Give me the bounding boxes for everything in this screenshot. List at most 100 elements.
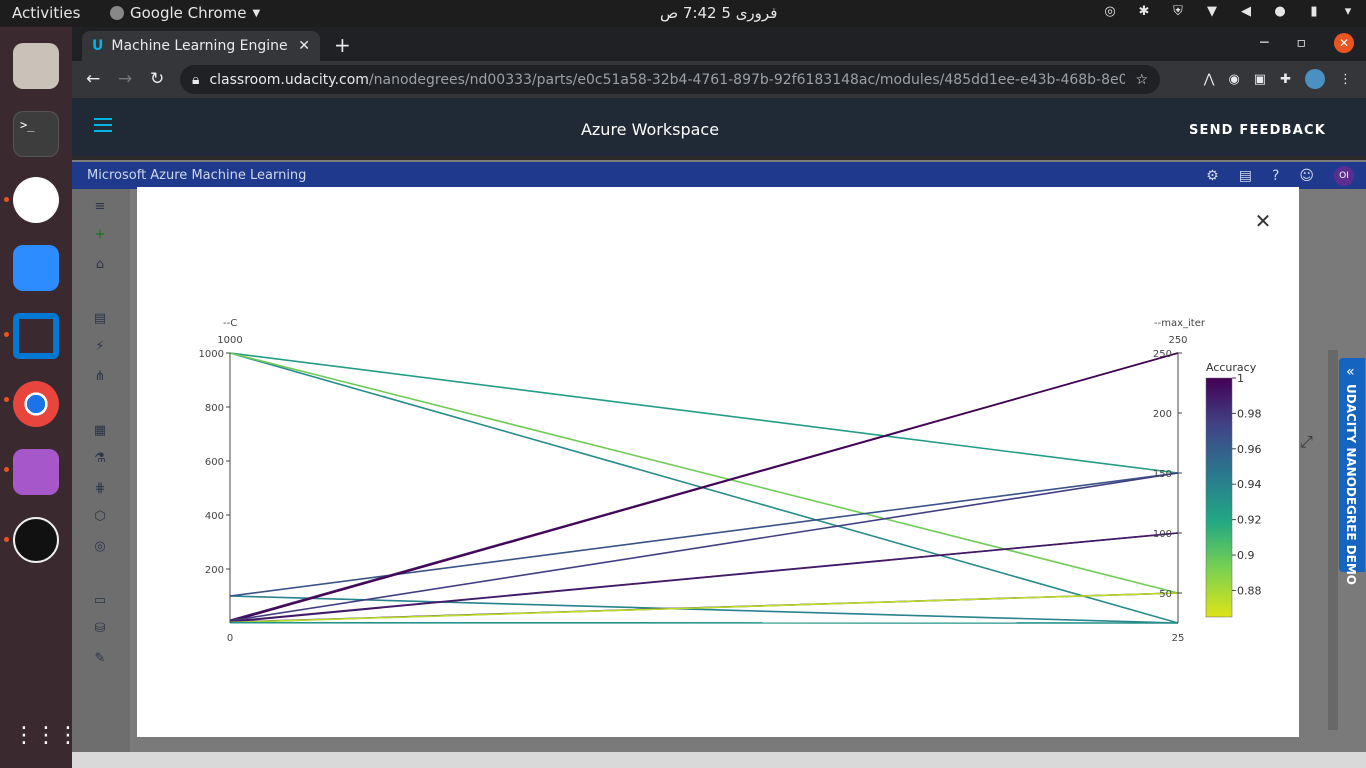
obs-tray-icon[interactable]: ◎: [1102, 4, 1118, 20]
colorbar-tick-label: 0.94: [1237, 478, 1262, 491]
shield-icon[interactable]: ⛨: [1170, 4, 1186, 20]
wifi-icon[interactable]: ▼: [1204, 4, 1220, 20]
axis-tick-label: 200: [205, 565, 224, 576]
running-indicator: [4, 467, 9, 472]
minimize-icon[interactable]: ─: [1260, 35, 1268, 51]
axis-title: --C: [223, 318, 237, 329]
chevron-down-icon: ▼: [252, 7, 261, 19]
axis-title: --max_iter: [1154, 318, 1206, 329]
data-line: [229, 352, 1179, 474]
pipelines-icon[interactable]: ⋕: [92, 481, 108, 497]
axis-tick-label: 50: [1159, 589, 1172, 600]
microphone-icon[interactable]: ●: [1272, 4, 1288, 20]
endpoints-icon[interactable]: ◎: [92, 539, 108, 555]
compute-icon[interactable]: ▭: [92, 593, 108, 609]
bookmark-star-icon[interactable]: ☆: [1135, 72, 1148, 88]
system-top-bar: Activities Google Chrome ▼ فروری 5 7:42 …: [0, 0, 1366, 27]
datastores-icon[interactable]: ⛁: [92, 621, 108, 637]
extension-icon[interactable]: ⋀: [1204, 72, 1215, 87]
running-indicator: [4, 332, 9, 337]
hamburger-menu-icon[interactable]: ≡: [92, 199, 108, 215]
url-text[interactable]: classroom.udacity.com/nanodegrees/nd0033…: [209, 72, 1125, 88]
profile-avatar[interactable]: [1305, 69, 1325, 89]
terminal-icon[interactable]: >_: [13, 111, 59, 157]
maximize-icon[interactable]: ▫: [1297, 35, 1307, 51]
page-bottom-strip: [72, 752, 1366, 768]
data-line: [229, 595, 1179, 624]
notebooks-icon[interactable]: ▤: [92, 311, 108, 327]
notes-icon[interactable]: ▤: [1239, 168, 1252, 184]
axis-tick-label: 400: [205, 511, 224, 522]
automl-icon[interactable]: ⚡: [92, 339, 108, 355]
axis-min-label: 0: [227, 633, 233, 644]
system-tray[interactable]: ◎ ✱ ⛨ ▼ ◀ ● ▮ ▾: [1102, 4, 1356, 20]
axis-tick-label: 150: [1153, 469, 1172, 480]
zoom-icon[interactable]: [13, 245, 59, 291]
scrollbar[interactable]: [1328, 350, 1338, 730]
models-icon[interactable]: ⬡: [92, 509, 108, 525]
browser-tab[interactable]: U Machine Learning Engine ✕: [82, 31, 320, 61]
help-icon[interactable]: ?: [1272, 168, 1279, 184]
clock[interactable]: فروری 5 7:42 ص: [660, 4, 777, 22]
avatar[interactable]: OI: [1334, 166, 1354, 186]
chrome-icon: [110, 6, 124, 20]
window-controls: ─ ▫ ✕: [1260, 33, 1354, 53]
plus-icon[interactable]: +: [92, 227, 108, 243]
send-feedback-button[interactable]: SEND FEEDBACK: [1189, 123, 1326, 138]
axis-tick-label: 600: [205, 457, 224, 468]
forward-icon[interactable]: →: [118, 69, 132, 89]
running-indicator: [4, 397, 9, 402]
url-path: /nanodegrees/nd00333/parts/e0c51a58-32b4…: [368, 71, 1126, 88]
activities-button[interactable]: Activities: [12, 4, 80, 22]
slack-tray-icon[interactable]: ✱: [1136, 4, 1152, 20]
volume-icon[interactable]: ◀: [1238, 4, 1254, 20]
more-menu-icon[interactable]: ⋮: [1339, 72, 1352, 87]
close-tab-icon[interactable]: ✕: [298, 38, 310, 54]
reload-icon[interactable]: ↻: [150, 69, 164, 89]
files-icon[interactable]: [13, 43, 59, 89]
chart-modal: ✕ --C 1000 0 200 400 600 800 1000 --max_iter 250 2…: [137, 187, 1299, 737]
app-menu[interactable]: Google Chrome ▼: [110, 4, 260, 22]
colorbar-gradient: [1205, 377, 1233, 618]
data-line: [229, 352, 1179, 594]
axis-tick-label: 800: [205, 403, 224, 414]
lock-icon[interactable]: 🔒︎: [192, 72, 199, 88]
expand-icon[interactable]: ⤢: [1300, 432, 1313, 452]
close-window-icon[interactable]: ✕: [1334, 33, 1354, 53]
gitzip-extension-icon[interactable]: ▣: [1254, 72, 1266, 87]
battery-icon[interactable]: ▮: [1306, 4, 1322, 20]
chevron-down-icon[interactable]: ▾: [1340, 4, 1356, 20]
smiley-feedback-icon[interactable]: ☺: [1299, 168, 1314, 184]
experiments-icon[interactable]: ⚗: [92, 451, 108, 467]
axis-max-label: 1000: [217, 335, 242, 346]
app-grid-icon[interactable]: ⋮⋮⋮: [13, 713, 79, 759]
browser-toolbar: ← → ↻ 🔒︎ classroom.udacity.com/nanodegre…: [72, 61, 1366, 98]
extensions-puzzle-icon[interactable]: ✚: [1280, 72, 1291, 87]
running-indicator: [4, 537, 9, 542]
data-labeling-icon[interactable]: ✎: [92, 651, 108, 667]
browser-tab-strip: U Machine Learning Engine ✕ + ─ ▫ ✕: [72, 27, 1366, 61]
datasets-icon[interactable]: ▦: [92, 423, 108, 439]
dock: >_ ⋮⋮⋮: [0, 27, 79, 768]
colorbar-tick-label: 0.98: [1237, 407, 1262, 420]
axis-tick-label: 250: [1153, 349, 1172, 360]
address-bar[interactable]: 🔒︎ classroom.udacity.com/nanodegrees/nd0…: [180, 65, 1160, 94]
axis-tick-label: 1000: [199, 349, 224, 360]
extension-icon[interactable]: ◉: [1228, 72, 1239, 87]
vscode-icon[interactable]: [13, 313, 59, 359]
media-player-icon[interactable]: [13, 449, 59, 495]
home-icon[interactable]: ⌂: [92, 257, 108, 273]
demo-tab-label: UDACITY NANODEGREE DEMO: [1344, 384, 1358, 586]
back-icon[interactable]: ←: [86, 69, 100, 89]
udacity-demo-tab[interactable]: « UDACITY NANODEGREE DEMO: [1339, 358, 1365, 585]
axes: --C 1000 0 200 400 600 800 1000 --max_iter 250 25 5…: [199, 318, 1206, 644]
azure-top-icons: ⚙ ▤ ? ☺ OI: [1206, 166, 1354, 186]
designer-icon[interactable]: ⋔: [92, 369, 108, 385]
new-tab-button[interactable]: +: [334, 33, 351, 57]
obs-icon[interactable]: [13, 517, 59, 563]
axis-max-label: 250: [1168, 335, 1187, 346]
chrome-icon[interactable]: [13, 381, 59, 427]
colorbar-tick-label: 0.9: [1237, 549, 1255, 562]
slack-icon[interactable]: [13, 177, 59, 223]
gear-icon[interactable]: ⚙: [1206, 168, 1219, 184]
